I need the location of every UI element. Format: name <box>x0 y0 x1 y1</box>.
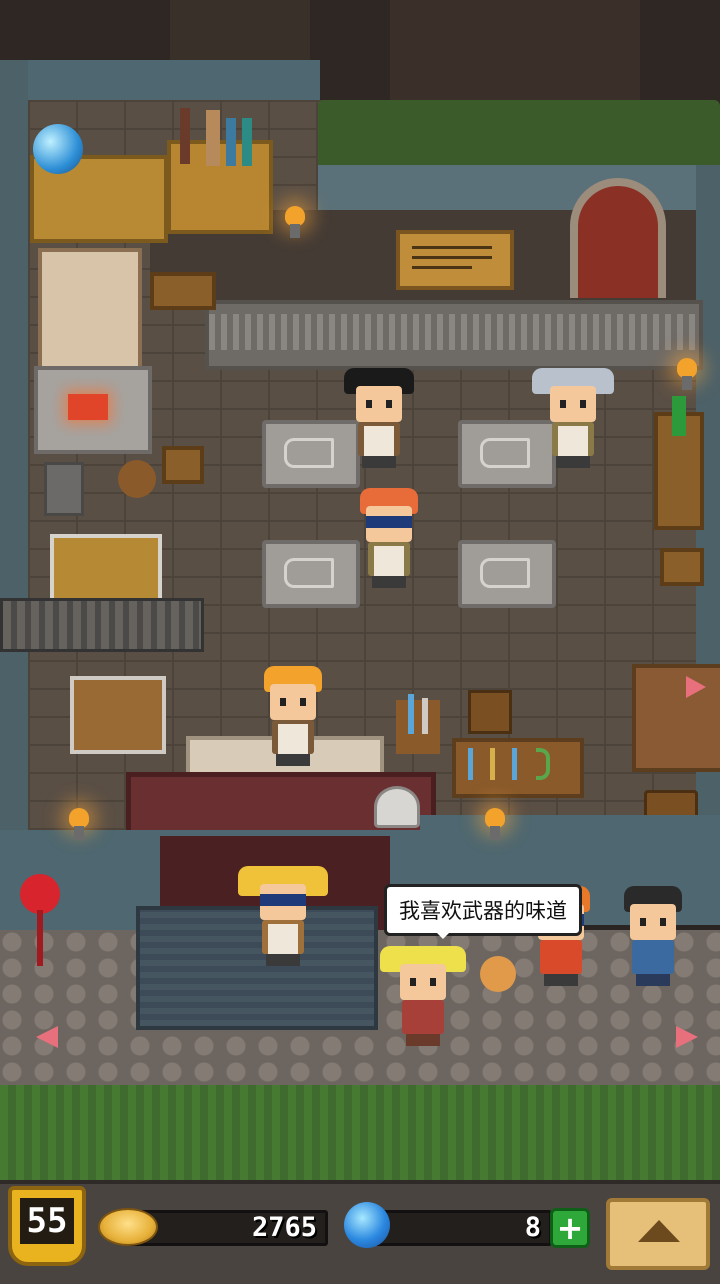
wooden-stool <box>162 446 204 484</box>
shopkeeper-character[interactable] <box>258 666 328 766</box>
forge[interactable] <box>34 366 152 454</box>
treasure-chest[interactable] <box>70 676 166 754</box>
gold-coin-icon <box>98 1208 158 1246</box>
crafting-anvil[interactable] <box>458 540 556 608</box>
gold-value: 2765 <box>251 1212 317 1243</box>
chevron-up-icon <box>638 1220 680 1242</box>
crafting-anvil[interactable] <box>262 540 360 608</box>
book-icon <box>180 108 190 164</box>
sword-icon <box>490 748 495 780</box>
background-building <box>170 0 310 60</box>
stone-wall <box>0 60 28 940</box>
shop-door[interactable] <box>570 178 666 298</box>
weapon-display-shelf[interactable] <box>452 738 584 798</box>
potion-bottle-icon <box>672 396 686 436</box>
barrel <box>468 690 512 734</box>
club-weapon-icon <box>480 956 516 992</box>
staircase[interactable] <box>632 664 720 772</box>
level-value: 55 <box>20 1198 74 1244</box>
background-building <box>390 0 640 110</box>
blacksmith-character[interactable] <box>354 488 424 588</box>
book-icon <box>242 118 252 166</box>
wooden-stool <box>660 548 704 586</box>
wall-torch-icon <box>282 206 308 238</box>
game-scene[interactable]: 我喜欢武器的味道 <box>0 0 720 1180</box>
arrow-right-icon[interactable] <box>676 1026 698 1048</box>
arrow-right-icon[interactable] <box>686 676 706 698</box>
notice-board[interactable] <box>396 230 514 290</box>
wall-torch-icon <box>66 808 92 840</box>
sword-icon <box>408 694 414 734</box>
speech-bubble: 我喜欢武器的味道 <box>384 884 582 939</box>
mailbox-icon[interactable] <box>20 874 60 914</box>
book-icon <box>226 118 236 166</box>
sword-icon <box>422 698 428 734</box>
wall-torch-icon <box>674 358 700 390</box>
iron-fence <box>0 598 204 652</box>
iron-railing <box>205 300 703 370</box>
add-gems-button[interactable]: + <box>550 1208 590 1248</box>
customer-character[interactable] <box>380 946 466 1050</box>
expand-menu-button[interactable] <box>606 1198 710 1270</box>
hedge <box>318 100 720 170</box>
blacksmith-character[interactable] <box>532 368 614 468</box>
gem-icon <box>344 1202 390 1248</box>
blacksmith-character[interactable] <box>344 368 414 468</box>
grass <box>0 1085 720 1180</box>
wall-torch-icon <box>482 808 508 840</box>
gem-value: 8 <box>524 1212 541 1243</box>
mailbox-post <box>37 910 43 966</box>
wood-log-icon <box>118 460 156 498</box>
stone-wall <box>0 60 320 100</box>
customer-character[interactable] <box>618 886 688 986</box>
sword-icon <box>468 748 473 780</box>
wooden-bench <box>150 272 216 310</box>
hero-character[interactable] <box>238 866 328 976</box>
gem-counter: 8 <box>366 1210 552 1246</box>
sword-icon <box>512 748 517 780</box>
weapon-rack[interactable] <box>396 694 440 754</box>
service-bell-icon[interactable] <box>374 786 420 828</box>
forge-fire-icon <box>68 394 108 420</box>
crystal-ball-icon[interactable] <box>33 124 83 174</box>
arrow-left-icon[interactable] <box>36 1026 58 1048</box>
book-icon <box>206 110 220 166</box>
level-badge[interactable]: 55 <box>8 1186 86 1266</box>
grinder[interactable] <box>44 462 84 516</box>
bow-icon <box>536 748 550 780</box>
forge-chimney <box>38 248 142 374</box>
